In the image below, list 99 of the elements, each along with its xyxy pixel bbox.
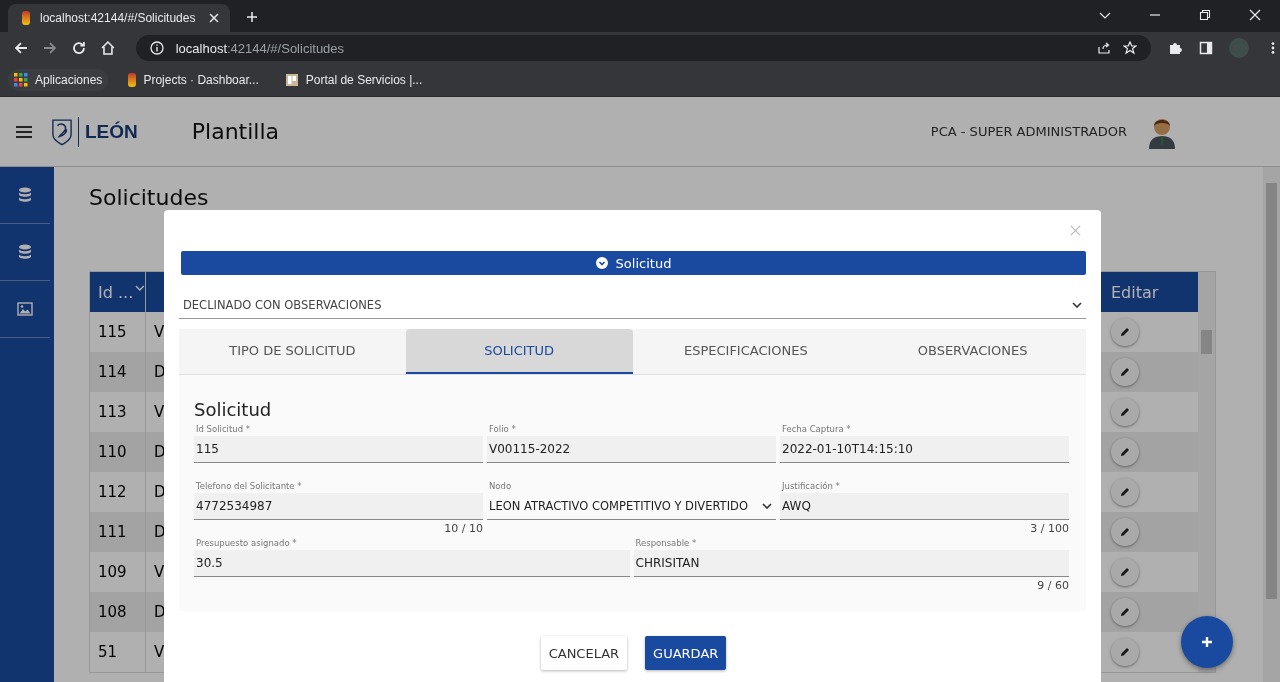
table-cell: V xyxy=(154,563,165,581)
pencil-icon xyxy=(1120,487,1130,497)
table-cell: 111 xyxy=(90,512,146,552)
sidebar-icon[interactable] xyxy=(1199,41,1214,55)
plus-icon[interactable] xyxy=(246,11,258,23)
home-icon[interactable] xyxy=(99,40,116,56)
edit-button[interactable] xyxy=(1111,318,1139,346)
status-select[interactable]: DECLINADO CON OBSERVACIONES xyxy=(179,292,1086,319)
edit-button[interactable] xyxy=(1111,518,1139,546)
input-field[interactable]: 115 xyxy=(194,436,483,463)
restore-icon[interactable] xyxy=(1199,9,1211,21)
caret-icon xyxy=(135,285,145,291)
logo-text: LEÓN xyxy=(85,120,138,143)
input-field[interactable]: AWQ xyxy=(780,493,1069,520)
chevron-circle-icon xyxy=(595,257,608,269)
field-label: Telefono del Solicitante * xyxy=(195,481,303,493)
cancel-button[interactable]: CANCELAR xyxy=(540,636,628,670)
form-title: Solicitud xyxy=(194,399,273,420)
image-icon xyxy=(17,301,33,317)
chevron-down-icon xyxy=(1072,302,1082,308)
field-label: Fecha Captura * xyxy=(781,424,852,436)
add-button[interactable] xyxy=(1181,616,1233,668)
field-label: Id Solicitud * xyxy=(195,424,252,436)
scrollbar[interactable] xyxy=(1263,167,1280,682)
menu-icon[interactable] xyxy=(16,124,32,139)
edit-button[interactable] xyxy=(1111,558,1139,586)
edit-button[interactable] xyxy=(1111,438,1139,466)
pencil-icon xyxy=(1120,527,1130,537)
info-icon xyxy=(149,41,164,55)
character-counter: 10 / 10 xyxy=(444,522,483,535)
tab-title: localhost:42144/#/Solicitudes xyxy=(40,11,197,25)
bookmark[interactable]: Projects · Dashboar... xyxy=(122,69,265,91)
app-title: Plantilla xyxy=(191,119,280,144)
input-field[interactable]: CHRISITAN xyxy=(633,550,1069,577)
forward-arrow-icon[interactable] xyxy=(41,40,58,56)
table-cell: D xyxy=(154,603,166,621)
tab[interactable]: OBSERVACIONES xyxy=(859,329,1086,374)
character-counter: 9 / 60 xyxy=(1037,579,1069,592)
browser-tab[interactable]: localhost:42144/#/Solicitudes xyxy=(8,4,230,32)
field-label: Folio * xyxy=(488,424,517,436)
edit-button[interactable] xyxy=(1111,598,1139,626)
character-counter: 3 / 100 xyxy=(1030,522,1069,535)
pencil-icon xyxy=(1120,407,1130,417)
tab[interactable]: ESPECIFICACIONES xyxy=(632,329,860,374)
column-header[interactable]: Id ... xyxy=(90,272,146,312)
input-field[interactable]: 30.5 xyxy=(194,550,630,577)
plus-icon xyxy=(1201,636,1213,648)
save-button[interactable]: GUARDAR xyxy=(645,636,727,670)
field-label: Presupuesto asignado * xyxy=(195,538,298,550)
table-cell: D xyxy=(154,363,166,381)
pencil-icon xyxy=(1120,447,1130,457)
database-icon xyxy=(17,244,33,260)
url-text: localhost:42144/#/Solicitudes xyxy=(175,40,345,56)
pencil-icon xyxy=(1120,647,1130,657)
bookmark[interactable]: Aplicaciones xyxy=(8,69,109,91)
field-label: Justificación * xyxy=(780,481,841,493)
database-icon xyxy=(17,187,33,203)
back-arrow-icon[interactable] xyxy=(13,40,29,56)
pencil-icon xyxy=(1120,567,1130,577)
field-label: Nodo xyxy=(488,481,513,493)
pencil-icon xyxy=(1120,327,1130,337)
chevron-down-icon xyxy=(762,503,772,509)
star-icon[interactable] xyxy=(1123,41,1138,55)
table-cell: 110 xyxy=(90,432,146,472)
input-field[interactable]: V00115-2022 xyxy=(487,436,776,463)
input-field[interactable]: 2022-01-10T14:15:10 xyxy=(780,436,1069,463)
table-cell: 51 xyxy=(90,632,146,672)
table-cell: D xyxy=(154,523,166,541)
figure-icon xyxy=(22,11,30,25)
pencil-icon xyxy=(1120,367,1130,377)
reload-icon[interactable] xyxy=(70,40,87,56)
table-cell: D xyxy=(154,483,166,501)
table-cell: V xyxy=(154,643,165,661)
shield-lion-icon xyxy=(52,117,72,146)
tab[interactable]: SOLICITUD xyxy=(405,329,633,374)
edit-button[interactable] xyxy=(1111,638,1139,666)
apps-grid-icon xyxy=(14,73,28,87)
page-icon xyxy=(284,73,299,87)
edit-button[interactable] xyxy=(1111,398,1139,426)
table-cell: D xyxy=(154,443,166,461)
section-header[interactable]: Solicitud xyxy=(181,251,1086,275)
edit-button[interactable] xyxy=(1111,478,1139,506)
share-icon[interactable] xyxy=(1097,41,1112,55)
pencil-icon xyxy=(1120,607,1130,617)
table-cell: 114 xyxy=(90,352,146,392)
edit-button[interactable] xyxy=(1111,358,1139,386)
figure-icon xyxy=(128,73,137,87)
table-cell: V xyxy=(154,323,165,341)
bookmark[interactable]: Portal de Servicios |... xyxy=(278,69,429,91)
page-title: Solicitudes xyxy=(89,185,209,210)
select-field[interactable]: LEON ATRACTIVO COMPETITIVO Y DIVERTIDO xyxy=(487,493,776,520)
field-label: Responsable * xyxy=(634,538,698,550)
input-field[interactable]: 4772534987 xyxy=(194,493,483,520)
tab[interactable]: TIPO DE SOLICITUD xyxy=(179,329,406,374)
table-cell: V xyxy=(154,403,165,421)
address-bar[interactable]: localhost:42144/#/Solicitudes xyxy=(135,35,1152,61)
puzzle-icon[interactable] xyxy=(1168,41,1183,55)
user-role: PCA - SUPER ADMINISTRADOR xyxy=(930,124,1127,139)
table-cell: 108 xyxy=(90,592,146,632)
